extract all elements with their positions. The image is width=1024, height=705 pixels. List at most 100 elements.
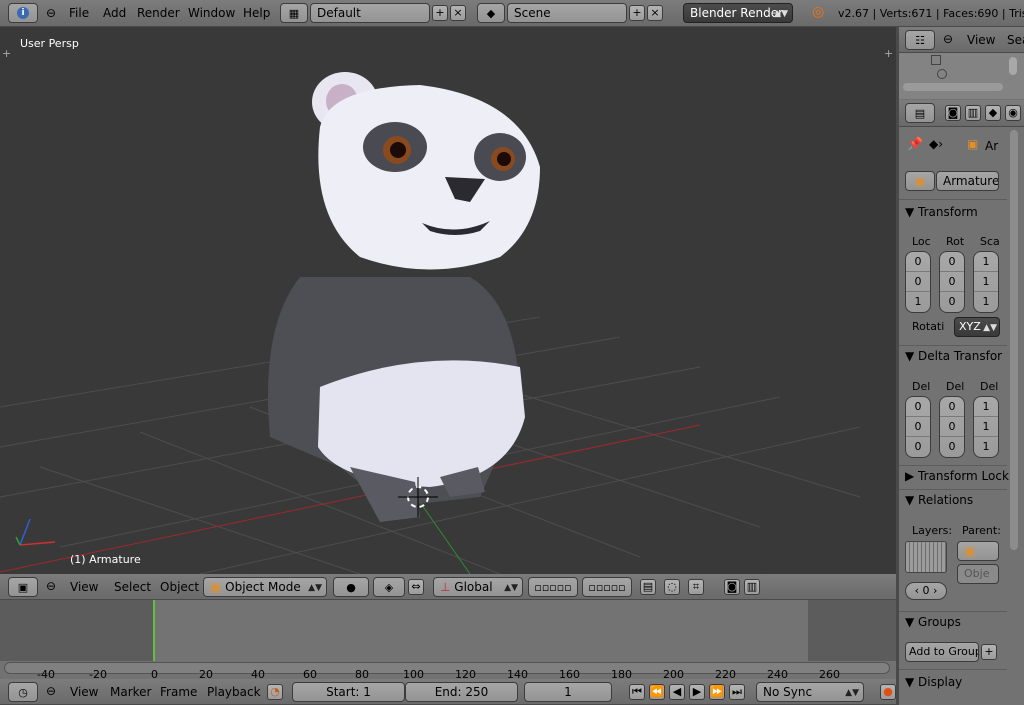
corner-plus-icon[interactable]: + bbox=[2, 47, 11, 60]
rotation-fields[interactable]: 0 0 0 bbox=[939, 251, 965, 313]
transform-panel-header[interactable]: ▼ Transform bbox=[905, 205, 978, 219]
delta-location-y[interactable]: 0 bbox=[906, 417, 930, 437]
scale-z[interactable]: 1 bbox=[974, 292, 998, 312]
menu-window[interactable]: Window bbox=[188, 6, 235, 20]
collapse-menu-icon[interactable]: ⊖ bbox=[46, 684, 56, 698]
outliner-vscroll[interactable] bbox=[1009, 57, 1017, 75]
delta-rotation-y[interactable]: 0 bbox=[940, 417, 964, 437]
render-layers-tab-icon[interactable]: ▥ bbox=[965, 105, 981, 121]
sync-mode-select[interactable]: No Sync ▲▼ bbox=[756, 682, 864, 702]
remove-scene-icon[interactable]: × bbox=[647, 5, 663, 21]
preview-range-icon[interactable]: ◔ bbox=[267, 684, 283, 700]
scene-tab-icon[interactable]: ◆ bbox=[985, 105, 1001, 121]
timeline-area[interactable] bbox=[0, 600, 896, 661]
properties-scrollbar[interactable] bbox=[1010, 130, 1018, 550]
current-frame-field[interactable]: 1 bbox=[524, 682, 612, 702]
lock-layers-icon[interactable]: ▤ bbox=[640, 579, 656, 595]
delta-scale-z[interactable]: 1 bbox=[974, 437, 998, 457]
transform-locks-panel-header[interactable]: ▶ Transform Lock bbox=[905, 469, 1009, 483]
remove-layout-icon[interactable]: × bbox=[450, 5, 466, 21]
delta-transform-panel-header[interactable]: ▼ Delta Transfor bbox=[905, 349, 1002, 363]
snap-icon[interactable]: ⌗ bbox=[688, 579, 704, 595]
delta-location-z[interactable]: 0 bbox=[906, 437, 930, 457]
object-name-field[interactable]: Armature bbox=[936, 171, 999, 191]
world-tab-icon[interactable]: ◉ bbox=[1005, 105, 1021, 121]
menu-view[interactable]: View bbox=[967, 33, 995, 47]
render-animation-icon[interactable]: ▥ bbox=[744, 579, 760, 595]
pass-index-field[interactable]: ‹ 0 › bbox=[905, 582, 947, 600]
location-z[interactable]: 1 bbox=[906, 292, 930, 312]
record-icon[interactable]: ● bbox=[880, 684, 896, 700]
editor-type-button[interactable]: i bbox=[8, 3, 38, 23]
menu-add[interactable]: Add bbox=[103, 6, 126, 20]
rotation-z[interactable]: 0 bbox=[940, 292, 964, 312]
play-reverse-icon[interactable]: ◀ bbox=[669, 684, 685, 700]
transform-orientation-select[interactable]: ⊥ Global ▲▼ bbox=[433, 577, 523, 597]
properties-editor[interactable]: 📌 ◆› ▣ Ar ▣ Armature ▼ Transform Loc Rot… bbox=[899, 127, 1009, 705]
render-tab-icon[interactable]: ◙ bbox=[945, 105, 961, 121]
viewport-shading-select[interactable]: ● bbox=[333, 577, 369, 597]
menu-file[interactable]: File bbox=[69, 6, 89, 20]
parent-field[interactable]: ▣ bbox=[957, 541, 999, 561]
menu-marker[interactable]: Marker bbox=[110, 685, 151, 699]
object-type-icon[interactable]: ▣ bbox=[905, 171, 935, 191]
current-frame-marker[interactable] bbox=[153, 600, 155, 661]
add-scene-icon[interactable]: + bbox=[629, 5, 645, 21]
outliner-tree[interactable] bbox=[899, 53, 1024, 99]
delta-scale-y[interactable]: 1 bbox=[974, 417, 998, 437]
scale-fields[interactable]: 1 1 1 bbox=[973, 251, 999, 313]
add-group-icon[interactable]: + bbox=[981, 644, 997, 660]
next-keyframe-icon[interactable]: ⏩ bbox=[709, 684, 725, 700]
3d-viewport[interactable]: User Persp (1) Armature + + bbox=[0, 27, 896, 574]
render-still-icon[interactable]: ◙ bbox=[724, 579, 740, 595]
layers-grid-1[interactable]: ▫▫▫▫▫ bbox=[528, 577, 578, 597]
editor-type-button[interactable]: ▤ bbox=[905, 103, 935, 123]
render-engine-select[interactable]: Blender Render ▲▼ bbox=[683, 3, 793, 23]
location-x[interactable]: 0 bbox=[906, 252, 930, 272]
manipulator-icon[interactable]: ⇔ bbox=[408, 579, 424, 595]
delta-location-x[interactable]: 0 bbox=[906, 397, 930, 417]
menu-view[interactable]: View bbox=[70, 685, 98, 699]
groups-panel-header[interactable]: ▼ Groups bbox=[905, 615, 961, 629]
display-panel-header[interactable]: ▼ Display bbox=[905, 675, 962, 689]
scale-y[interactable]: 1 bbox=[974, 272, 998, 292]
location-y[interactable]: 0 bbox=[906, 272, 930, 292]
screen-layout-field[interactable]: Default bbox=[310, 3, 430, 23]
outliner-scrollbar[interactable] bbox=[903, 83, 1003, 91]
editor-type-button[interactable]: ☷ bbox=[905, 30, 935, 50]
delta-scale-fields[interactable]: 1 1 1 bbox=[973, 396, 999, 458]
menu-frame[interactable]: Frame bbox=[160, 685, 197, 699]
scale-x[interactable]: 1 bbox=[974, 252, 998, 272]
pivot-point-select[interactable]: ◈ bbox=[373, 577, 405, 597]
menu-help[interactable]: Help bbox=[243, 6, 270, 20]
screen-layout-icon[interactable]: ▦ bbox=[280, 3, 308, 23]
rotation-y[interactable]: 0 bbox=[940, 272, 964, 292]
delta-location-fields[interactable]: 0 0 0 bbox=[905, 396, 931, 458]
scene-field[interactable]: Scene bbox=[507, 3, 627, 23]
collapse-menu-icon[interactable]: ⊖ bbox=[46, 579, 56, 593]
delta-scale-x[interactable]: 1 bbox=[974, 397, 998, 417]
menu-render[interactable]: Render bbox=[137, 6, 180, 20]
end-frame-field[interactable]: End: 250 bbox=[405, 682, 518, 702]
editor-type-button[interactable]: ◷ bbox=[8, 682, 38, 702]
timeline-ruler[interactable] bbox=[4, 662, 890, 674]
relations-panel-header[interactable]: ▼ Relations bbox=[905, 493, 973, 507]
delta-rotation-z[interactable]: 0 bbox=[940, 437, 964, 457]
collapse-menu-icon[interactable]: ⊖ bbox=[46, 6, 56, 20]
proportional-edit-icon[interactable]: ◌ bbox=[664, 579, 680, 595]
layers-grid-2[interactable]: ▫▫▫▫▫ bbox=[582, 577, 632, 597]
jump-start-icon[interactable]: ⏮ bbox=[629, 684, 645, 700]
object-layers-grid[interactable] bbox=[905, 541, 947, 573]
add-to-group-button[interactable]: Add to Group bbox=[905, 642, 979, 662]
corner-plus-icon[interactable]: + bbox=[884, 47, 893, 60]
menu-object[interactable]: Object bbox=[160, 580, 199, 594]
rotation-mode-select[interactable]: XYZ ▲▼ bbox=[954, 317, 1000, 337]
delta-rotation-fields[interactable]: 0 0 0 bbox=[939, 396, 965, 458]
rotation-x[interactable]: 0 bbox=[940, 252, 964, 272]
menu-playback[interactable]: Playback bbox=[207, 685, 261, 699]
pin-icon[interactable]: 📌 bbox=[907, 137, 923, 152]
parent-type-select[interactable]: Obje bbox=[957, 564, 999, 584]
collapse-menu-icon[interactable]: ⊖ bbox=[943, 32, 953, 46]
add-layout-icon[interactable]: + bbox=[432, 5, 448, 21]
menu-view[interactable]: View bbox=[70, 580, 98, 594]
